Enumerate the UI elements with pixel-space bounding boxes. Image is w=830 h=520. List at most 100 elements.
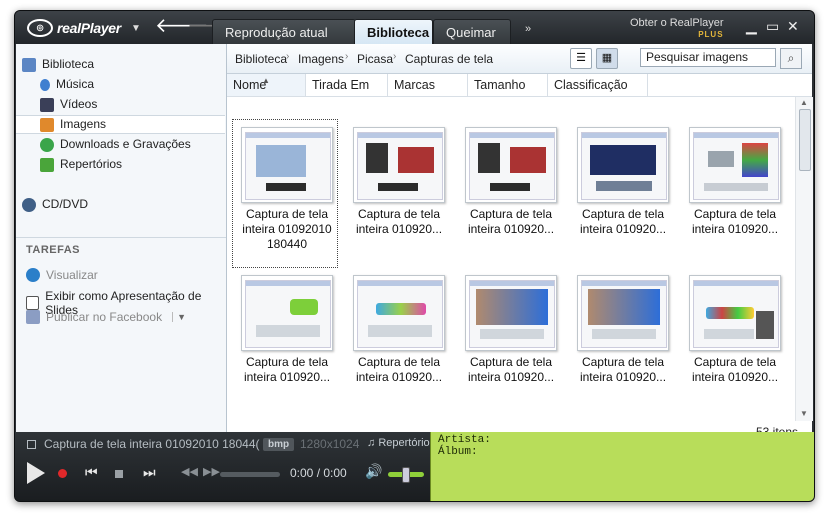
thumbnail-caption: Captura de tela inteira 010920... <box>683 355 787 385</box>
thumbnail-caption: Captura de tela inteira 010920... <box>683 207 787 237</box>
seek-bar[interactable] <box>220 472 280 477</box>
scrollbar-thumb[interactable] <box>799 109 811 171</box>
playlist-label: Repertório <box>378 437 430 449</box>
caption-line: inteira 010920... <box>355 370 443 384</box>
record-button[interactable] <box>58 469 67 478</box>
task-preview[interactable]: Visualizar <box>26 268 98 282</box>
caption-line: inteira 010920... <box>243 370 331 384</box>
checkbox-icon[interactable] <box>27 439 36 449</box>
caption-line: Captura de tela <box>581 355 665 369</box>
thumbnail-image <box>577 275 669 351</box>
breadcrumb-item[interactable]: Imagens <box>298 52 344 66</box>
sidebar-item-cd-dvd[interactable]: CD/DVD <box>22 195 88 214</box>
thumbnail-image <box>241 127 333 203</box>
disc-icon <box>22 197 36 212</box>
thumbnail-grid: Captura de tela inteira 01092010 180440 … <box>227 97 795 407</box>
chevron-right-icon: › <box>286 51 290 62</box>
vertical-scrollbar[interactable]: ▲ ▼ <box>795 97 813 421</box>
scroll-up-icon[interactable]: ▲ <box>800 98 808 107</box>
rewind-icon[interactable]: ◀◀ <box>181 465 198 478</box>
thumbnail-image <box>353 127 445 203</box>
get-plus-link[interactable]: Obter o RealPlayer PLUS <box>630 18 724 40</box>
sidebar-item-videos[interactable]: Vídeos <box>40 95 97 114</box>
maximize-icon[interactable]: ▭ <box>766 19 779 33</box>
thumbnail-caption: Captura de tela inteira 010920... <box>235 355 339 385</box>
sidebar-item-playlists[interactable]: Repertórios <box>40 155 122 174</box>
caption-line: inteira 01092010 <box>242 222 332 236</box>
list-view-icon[interactable]: ☰ <box>570 48 592 69</box>
minimize-icon[interactable]: ▁ <box>746 19 757 33</box>
camera-icon <box>40 117 54 132</box>
search-input[interactable] <box>640 48 776 67</box>
stop-icon[interactable] <box>115 470 123 478</box>
thumbnail-caption: Captura de tela inteira 01092010 180440 <box>235 207 339 252</box>
caption-line: inteira 010920... <box>467 370 555 384</box>
volume-knob[interactable] <box>402 467 410 483</box>
sidebar-item-label: Música <box>56 77 95 91</box>
close-icon[interactable]: ✕ <box>787 19 799 33</box>
task-publish-facebook[interactable]: Publicar no Facebook ▼ <box>26 310 186 324</box>
grid-view-icon[interactable]: ▦ <box>596 48 618 69</box>
sidebar-item-label: Vídeos <box>60 97 98 111</box>
sidebar-item-label: CD/DVD <box>42 197 89 211</box>
volume-icon[interactable]: 🔊 <box>365 463 382 480</box>
sidebar-item-library[interactable]: Biblioteca <box>22 55 94 74</box>
realplayer-window: ◎ realPlayer ▼ 🡐 🡒 Reprodução atual Bibl… <box>14 10 815 502</box>
more-tabs-icon[interactable]: » <box>525 23 531 35</box>
resolution: 1280x1024 <box>300 437 360 451</box>
thumbnail-caption: Captura de tela inteira 010920... <box>571 207 675 237</box>
thumbnail-caption: Captura de tela inteira 010920... <box>459 355 563 385</box>
column-name[interactable]: ▲ Nome <box>227 74 306 96</box>
breadcrumb-item[interactable]: Biblioteca <box>235 52 287 66</box>
thumbnail-image <box>353 275 445 351</box>
column-taken-on[interactable]: Tirada Em <box>306 74 388 96</box>
breadcrumb-item[interactable]: Capturas de tela <box>405 52 493 66</box>
caption-line: Captura de tela <box>469 355 553 369</box>
caption-line: Captura de tela <box>693 207 777 221</box>
tab-burn[interactable]: Queimar <box>433 19 511 45</box>
caption-line: Captura de tela <box>581 207 665 221</box>
facebook-icon <box>26 310 40 324</box>
artist-label: Artista: <box>438 434 491 446</box>
thumbnail-caption: Captura de tela inteira 010920... <box>571 355 675 385</box>
caption-line: Captura de tela <box>357 207 441 221</box>
library-icon <box>22 57 36 72</box>
thumbnail-caption: Captura de tela inteira 010920... <box>347 355 451 385</box>
column-size[interactable]: Tamanho <box>468 74 548 96</box>
sidebar-item-downloads[interactable]: Downloads e Gravações <box>40 135 191 154</box>
plus-badge: PLUS <box>698 30 724 39</box>
next-icon[interactable]: ⏭ <box>143 464 156 481</box>
now-playing: Captura de tela inteira 01092010 18044( <box>27 437 260 451</box>
play-button[interactable] <box>27 462 45 484</box>
tab-library[interactable]: Biblioteca <box>354 19 433 45</box>
thumbnail-caption: Captura de tela inteira 010920... <box>347 207 451 237</box>
thumbnail-image <box>465 275 557 351</box>
sidebar-item-music[interactable]: Música <box>40 75 94 94</box>
album-label: Álbum: <box>438 446 478 458</box>
tasks-heading: TAREFAS <box>26 244 81 256</box>
chevron-down-icon[interactable]: ▼ <box>172 312 186 322</box>
library-sidebar: Biblioteca Música Vídeos Imagens Downloa… <box>16 44 227 432</box>
logo-text: realPlayer <box>57 20 121 36</box>
column-header: ▲ Nome Tirada Em Marcas Tamanho Classifi… <box>227 74 812 97</box>
video-icon <box>40 97 54 112</box>
column-tags[interactable]: Marcas <box>388 74 468 96</box>
column-rating[interactable]: Classificação <box>548 74 648 96</box>
caption-line: Captura de tela <box>357 355 441 369</box>
library-content: Biblioteca › Imagens › Picasa › Capturas… <box>227 44 813 439</box>
caption-line: inteira 010920... <box>579 222 667 236</box>
sidebar-item-images[interactable]: Imagens <box>16 115 225 134</box>
metadata-panel: Artista: Álbum: <box>430 432 814 501</box>
slideshow-icon <box>26 296 40 310</box>
breadcrumb-item[interactable]: Picasa <box>357 52 393 66</box>
fast-forward-icon[interactable]: ▶▶ <box>203 465 220 478</box>
search-icon[interactable]: ⌕ <box>780 48 802 69</box>
scroll-down-icon[interactable]: ▼ <box>800 409 808 418</box>
chevron-down-icon[interactable]: ▼ <box>131 23 141 34</box>
previous-icon[interactable]: ⏮ <box>85 464 98 481</box>
thumbnail-image <box>689 275 781 351</box>
tab-now-playing[interactable]: Reprodução atual <box>212 19 356 45</box>
playlist-button[interactable]: ♫ Repertório <box>367 437 430 449</box>
realplayer-logo[interactable]: ◎ realPlayer ▼ <box>27 19 141 37</box>
task-label: Visualizar <box>46 268 98 282</box>
